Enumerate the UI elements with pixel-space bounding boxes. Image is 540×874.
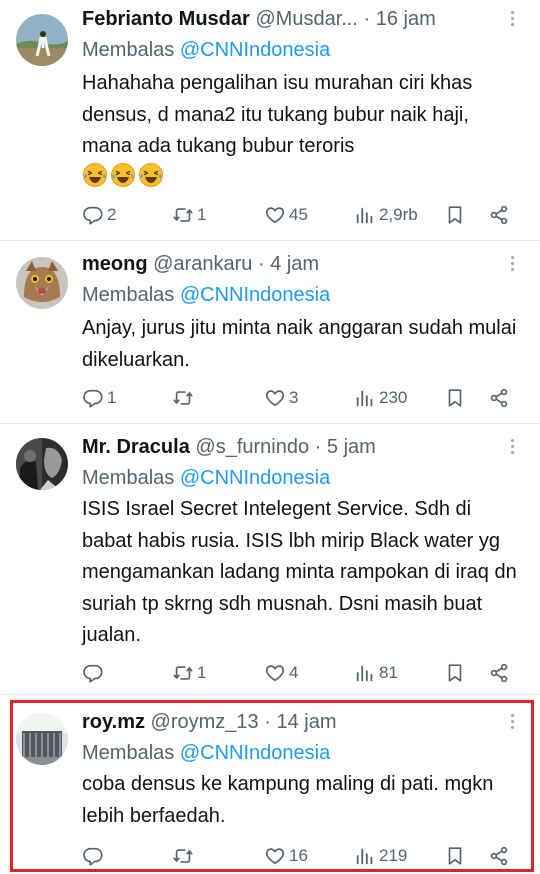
- avatar[interactable]: [16, 257, 68, 309]
- like-count: 4: [289, 663, 299, 682]
- reply-prefix: Membalas: [82, 284, 175, 306]
- reply-button[interactable]: [82, 658, 107, 688]
- more-options-icon[interactable]: [502, 253, 522, 275]
- heart-icon: [264, 662, 286, 684]
- tweet-text: Anjay, jurus jitu minta naik anggaran su…: [82, 317, 517, 371]
- bookmark-icon: [444, 387, 466, 409]
- reply-prefix: Membalas: [82, 467, 175, 489]
- reply-context: Membalas @CNNIndonesia: [82, 464, 330, 492]
- author-handle[interactable]: @Musdar...: [255, 8, 358, 30]
- reply-icon: [82, 662, 104, 684]
- action-bar: 2 1 45 2,9rb: [82, 200, 520, 230]
- mention-link[interactable]: @CNNIndonesia: [180, 39, 330, 61]
- divider: [0, 240, 540, 241]
- author-name[interactable]: meong: [82, 253, 148, 275]
- author-name[interactable]: Mr. Dracula: [82, 436, 190, 458]
- rolling-on-floor-laughing-emoji: [82, 162, 108, 188]
- bookmark-button[interactable]: [444, 658, 466, 688]
- like-button[interactable]: 4: [264, 658, 298, 688]
- repost-icon: [172, 387, 194, 409]
- reply-context: Membalas @CNNIndonesia: [82, 36, 330, 64]
- repost-icon: [172, 204, 194, 226]
- views-icon: [354, 387, 376, 409]
- reply-tweet[interactable]: meong @arankaru · 4 jam Membalas @CNNInd…: [0, 249, 540, 421]
- bookmark-icon: [444, 204, 466, 226]
- avatar[interactable]: [16, 14, 68, 66]
- rolling-on-floor-laughing-emoji: [110, 162, 136, 188]
- author-handle[interactable]: @arankaru: [153, 253, 252, 275]
- repost-count: 1: [197, 663, 207, 682]
- share-button[interactable]: [488, 200, 510, 230]
- like-button[interactable]: 45: [264, 200, 308, 230]
- mention-link[interactable]: @CNNIndonesia: [180, 467, 330, 489]
- tweet-header: meong @arankaru · 4 jam: [82, 249, 500, 279]
- views-count: 81: [379, 663, 398, 682]
- separator: ·: [314, 436, 322, 458]
- reply-icon: [82, 204, 104, 226]
- bookmark-button[interactable]: [444, 383, 466, 413]
- reply-count: 1: [107, 388, 117, 407]
- bookmark-button[interactable]: [444, 200, 466, 230]
- reply-icon: [82, 387, 104, 409]
- repost-icon: [172, 662, 194, 684]
- bookmark-icon: [444, 662, 466, 684]
- views-icon: [354, 662, 376, 684]
- more-options-icon[interactable]: [502, 8, 522, 30]
- share-button[interactable]: [488, 383, 510, 413]
- views-count: 2,9rb: [379, 205, 418, 224]
- more-options-icon[interactable]: [502, 436, 522, 458]
- share-icon: [488, 387, 510, 409]
- share-icon: [488, 204, 510, 226]
- highlight-box: [10, 700, 534, 872]
- share-icon: [488, 662, 510, 684]
- tweet-header: Febrianto Musdar @Musdar... · 16 jam: [82, 4, 500, 34]
- views-button[interactable]: 2,9rb: [354, 200, 418, 230]
- views-icon: [354, 204, 376, 226]
- divider: [0, 423, 540, 424]
- divider: [0, 694, 540, 695]
- repost-button[interactable]: [172, 383, 197, 413]
- tweet-text: Hahahaha pengalihan isu murahan ciri kha…: [82, 72, 473, 157]
- heart-icon: [264, 387, 286, 409]
- reply-prefix: Membalas: [82, 39, 175, 61]
- timestamp[interactable]: 5 jam: [327, 436, 376, 458]
- reply-tweet[interactable]: Mr. Dracula @s_furnindo · 5 jam Membalas…: [0, 432, 540, 690]
- tweet-text: ISIS Israel Secret Intelegent Service. S…: [82, 498, 517, 646]
- avatar[interactable]: [16, 438, 68, 490]
- heart-icon: [264, 204, 286, 226]
- like-count: 3: [289, 388, 299, 407]
- action-bar: 1 4 81: [82, 658, 520, 688]
- repost-count: 1: [197, 205, 207, 224]
- reply-context: Membalas @CNNIndonesia: [82, 281, 330, 309]
- separator: ·: [257, 253, 265, 275]
- share-button[interactable]: [488, 658, 510, 688]
- repost-button[interactable]: 1: [172, 658, 206, 688]
- reply-button[interactable]: 1: [82, 383, 116, 413]
- reply-button[interactable]: 2: [82, 200, 116, 230]
- timestamp[interactable]: 16 jam: [376, 8, 436, 30]
- author-name[interactable]: Febrianto Musdar: [82, 8, 250, 30]
- mention-link[interactable]: @CNNIndonesia: [180, 284, 330, 306]
- views-button[interactable]: 230: [354, 383, 407, 413]
- reply-count: 2: [107, 205, 117, 224]
- tweet-header: Mr. Dracula @s_furnindo · 5 jam: [82, 432, 500, 462]
- author-handle[interactable]: @s_furnindo: [195, 436, 309, 458]
- reply-tweet[interactable]: Febrianto Musdar @Musdar... · 16 jam Mem…: [0, 4, 540, 236]
- repost-button[interactable]: 1: [172, 200, 206, 230]
- views-count: 230: [379, 388, 408, 407]
- action-bar: 1 3 230: [82, 383, 520, 413]
- separator: ·: [363, 8, 371, 30]
- rolling-on-floor-laughing-emoji: [138, 162, 164, 188]
- like-button[interactable]: 3: [264, 383, 298, 413]
- like-count: 45: [289, 205, 308, 224]
- emoji-row: [82, 162, 164, 192]
- timestamp[interactable]: 4 jam: [270, 253, 319, 275]
- views-button[interactable]: 81: [354, 658, 398, 688]
